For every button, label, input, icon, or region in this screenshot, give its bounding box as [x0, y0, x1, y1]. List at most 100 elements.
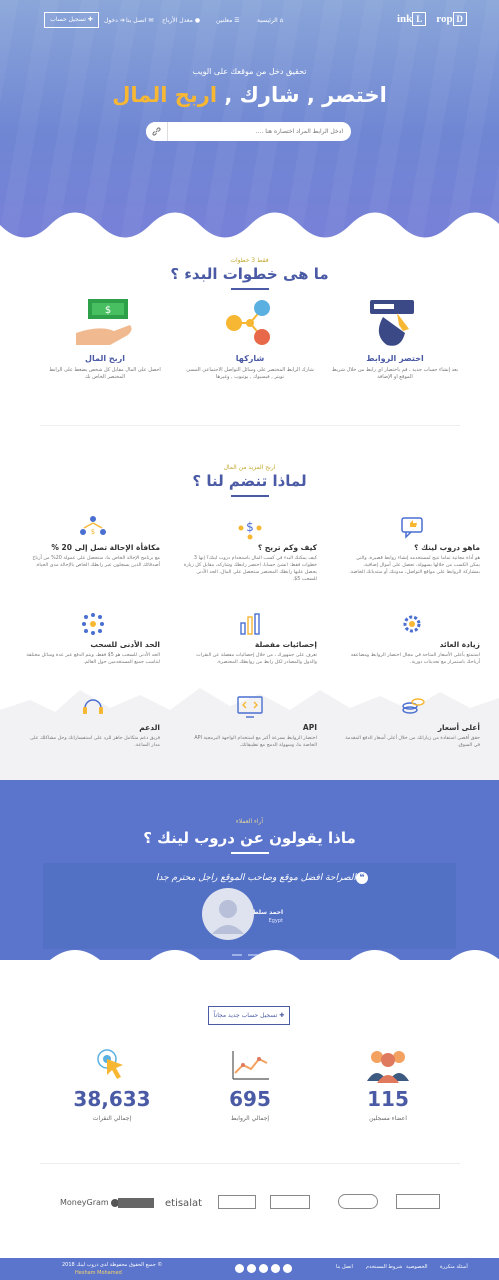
google-plus-icon[interactable]	[259, 1264, 268, 1273]
support-icon	[82, 699, 103, 714]
feature-statistics-title: إحصائيات مفصلة	[254, 640, 317, 649]
instagram-icon[interactable]	[283, 1264, 292, 1273]
nav-contact-label: اتصل بنا	[126, 17, 147, 24]
partner-moneygram: MoneyGram	[60, 1198, 120, 1207]
user-plus-icon: ✚	[87, 16, 93, 23]
feature-more-revenue-title: زيادة العائد	[439, 640, 480, 649]
why-title: لماذا تنضم لنا ؟	[192, 472, 307, 490]
partner-logo-7	[396, 1194, 440, 1209]
nav-login-label: دخول	[104, 17, 118, 24]
stat-members-label: اعضاء مسجلين	[369, 1115, 407, 1122]
shorten-button[interactable]	[146, 122, 168, 141]
step-shorten: اختصر الروابط بعد إنشاء حساب جديد ، قم ب…	[330, 295, 460, 381]
nav-home[interactable]: ⌂الرئيسية	[257, 17, 283, 24]
partner-etisalat-label: etisalat	[165, 1198, 203, 1209]
testimonials-kicker: آراء العملاء	[235, 818, 264, 825]
nav-contact[interactable]: ✉اتصل بنا	[126, 17, 153, 24]
svg-text:$: $	[105, 305, 111, 316]
stat-clicks: 38,633 إجمالي النقرات	[52, 1047, 172, 1122]
money-icon: ●	[194, 17, 201, 24]
facebook-icon[interactable]	[235, 1264, 244, 1273]
feature-referral-title: مكافأة الإحالة تصل إلى 20 %	[51, 543, 160, 552]
logo-ink: ink	[397, 13, 413, 25]
url-input[interactable]	[168, 122, 351, 141]
footer-link-terms[interactable]: شروط المستخدم	[366, 1264, 402, 1270]
feature-what-is-title: ماهو دروب لينك ؟	[414, 543, 480, 552]
users-group-icon	[367, 1051, 409, 1083]
nav-home-label: الرئيسية	[257, 17, 278, 24]
signup-button[interactable]: ✚ تسجيل حساب	[44, 12, 99, 28]
coins-icon	[401, 698, 425, 714]
step-earn: $ اربح المال احصل على المال مقابل كل شخص…	[40, 295, 170, 381]
stat-links-label: إجمالي الروابط	[230, 1115, 270, 1122]
partner-etisalat: etisalat	[165, 1198, 202, 1209]
footer-link-privacy[interactable]: الخصوصية	[406, 1264, 428, 1270]
nav-payouts[interactable]: ●معدل الأرباح	[162, 17, 200, 24]
feature-what-is: ماهو دروب لينك ؟ هو أداة مجانية تماما تت…	[345, 513, 480, 576]
divider	[40, 1163, 460, 1164]
signup-free-label: تسجيل حساب جديد مجاناً	[213, 1012, 278, 1019]
steps-kicker: فقط 3 خطوات	[230, 257, 269, 264]
partner-logo-2	[118, 1198, 154, 1208]
hero-wave	[0, 212, 499, 255]
feature-statistics-desc: تعرف على جمهورك ، من خلال إحصائيات مفصلة…	[196, 653, 317, 665]
user-plus-icon: ✚	[279, 1012, 285, 1019]
feature-api-desc: اختصار الروابط بسرعة أكبر مع استخدام الو…	[194, 736, 317, 748]
feature-api: API اختصار الروابط بسرعة أكبر مع استخدام…	[182, 693, 317, 749]
feature-support-desc: فريق دعم متكامل جاهز للرد على استفساراتك…	[30, 736, 160, 748]
feature-statistics: إحصائيات مفصلة تعرف على جمهورك ، من خلال…	[182, 610, 317, 666]
step-earn-desc: احصل على المال مقابل كل شخص يضغط على الر…	[49, 367, 161, 380]
shorten-form	[146, 122, 351, 141]
avatar-placeholder-icon	[212, 900, 244, 934]
signup-free-button[interactable]: ✚ تسجيل حساب جديد مجاناً	[208, 1006, 290, 1025]
cursor-click-icon	[97, 1049, 123, 1079]
logo[interactable]: Drop Link	[397, 12, 467, 26]
divider	[40, 425, 460, 426]
nav-advertisers-label: معلنين	[216, 17, 233, 24]
feature-min-payout-title: الحد الأدنى للسحب	[90, 640, 160, 649]
stat-links: 695 إجمالي الروابط	[190, 1047, 310, 1122]
step-shorten-title: اختصر الروابط	[366, 354, 424, 363]
nav-login[interactable]: ➔دخول	[104, 17, 125, 24]
chat-thumb-icon	[400, 517, 423, 539]
feature-top-rates-desc: حقق أقصى استفادة من زياراتك من خلال أعلى…	[345, 736, 480, 748]
logo-l: L	[412, 12, 427, 26]
feature-min-payout: الحد الأدنى للسحب الحد الأدنى للسحب هو 5…	[25, 610, 160, 666]
nav-advertisers[interactable]: ☰معلنين	[216, 17, 240, 24]
feature-how-earn-title: كيف وكم تربح ؟	[257, 543, 317, 552]
step-share: شاركها شارك الرابط المختصر على وسائل الت…	[185, 295, 315, 381]
testimonial-quote: الصراحة افضل موقع وصاحب الموقع راجل محتر…	[155, 873, 356, 883]
footer-link-contact[interactable]: اتصل بنا	[336, 1264, 353, 1270]
partner-logo-6	[338, 1194, 378, 1209]
home-icon: ⌂	[279, 17, 284, 24]
feature-support-title: الدعم	[139, 723, 160, 732]
browser-click-icon	[370, 300, 414, 346]
signup-label: تسجيل حساب	[50, 16, 86, 23]
hero-subtitle: تحقيق دخل من موقعك على الويب	[192, 67, 307, 76]
stat-members-value: 115	[367, 1087, 409, 1111]
avatar	[202, 888, 254, 940]
feature-support: الدعم فريق دعم متكامل جاهز للرد على استف…	[25, 693, 160, 749]
nav-payouts-label: معدل الأرباح	[162, 17, 193, 24]
partner-logo-4	[218, 1195, 256, 1209]
testimonials-title: ماذا يقولون عن دروب لينك ؟	[143, 829, 356, 847]
twitter-icon[interactable]	[247, 1264, 256, 1273]
network-icon	[81, 613, 104, 635]
feature-more-revenue: زيادة العائد استمتع بأعلى الأسعار المتاح…	[345, 610, 480, 666]
youtube-icon[interactable]	[271, 1264, 280, 1273]
svg-text:$: $	[90, 528, 94, 536]
step-earn-title: اربح المال	[85, 354, 125, 363]
bar-chart-icon	[239, 613, 260, 635]
hero-title: اختصر , شارك , اربح المال	[0, 83, 499, 107]
hero-title-accent: اربح المال	[112, 83, 218, 107]
logo-d: D	[452, 12, 467, 26]
footer-link-faq[interactable]: أسئلة متكررة	[440, 1264, 468, 1270]
feature-top-rates-title: أعلى أسعار	[437, 723, 480, 732]
testimonials-underline	[231, 852, 269, 854]
why-kicker: اربح المزيد من المال	[223, 464, 276, 471]
stat-links-value: 695	[229, 1087, 271, 1111]
steps-title: ما هى خطوات البدء ؟	[170, 265, 329, 283]
step-share-title: شاركها	[235, 354, 265, 363]
feature-referral-desc: مع برنامج الإحالة الخاص بنا، ستحصل على ع…	[32, 556, 160, 568]
envelope-icon: ✉	[148, 17, 154, 24]
